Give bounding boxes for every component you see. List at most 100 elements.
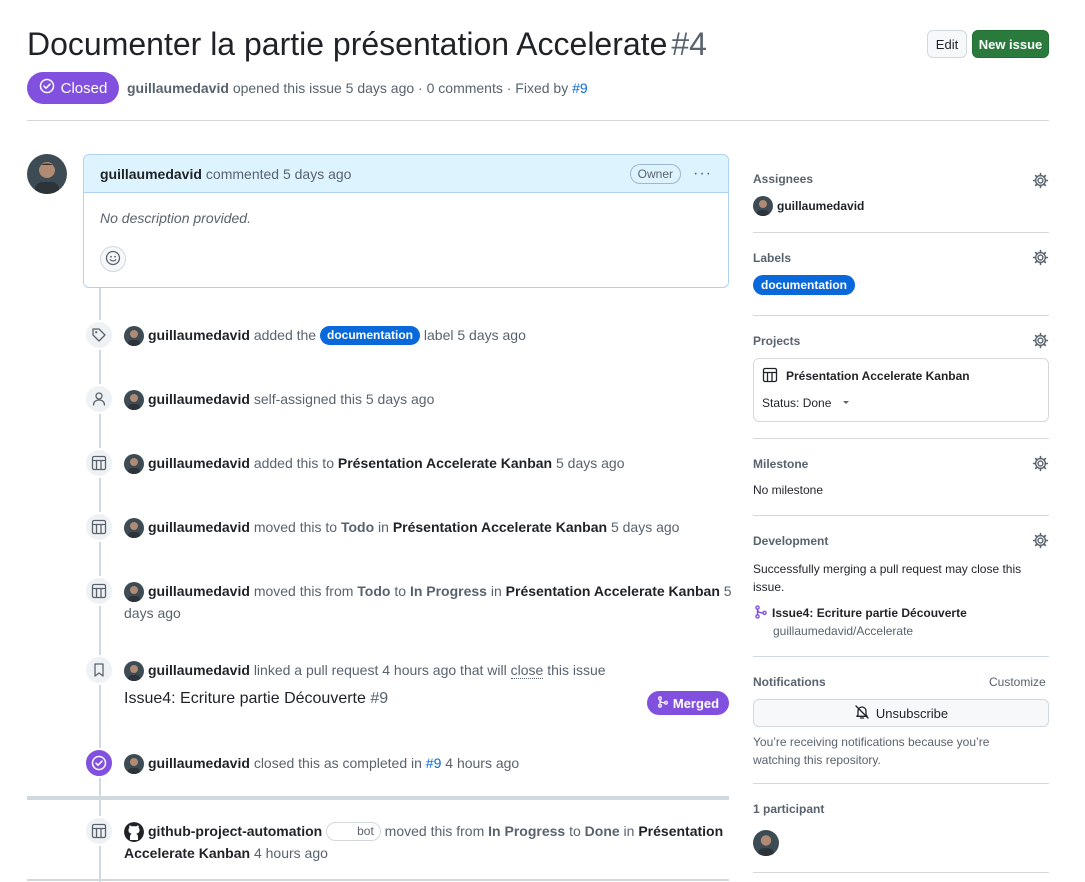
bell-slash-icon [854, 704, 870, 723]
gear-icon[interactable] [1032, 249, 1049, 266]
project-link[interactable]: Présentation Accelerate Kanban [506, 583, 720, 599]
development-heading: Development [753, 534, 829, 548]
close-keyword: close [510, 662, 544, 679]
gear-icon[interactable] [1032, 532, 1049, 549]
event-text: added this to [253, 455, 334, 471]
event-text: moved this from [253, 583, 354, 599]
author-link[interactable]: guillaumedavid [127, 80, 229, 96]
unsubscribe-button[interactable]: Unsubscribe [753, 699, 1049, 727]
gear-icon[interactable] [1032, 455, 1049, 472]
new-issue-button[interactable]: New issue [972, 30, 1049, 58]
divider [753, 438, 1049, 439]
divider [753, 872, 1049, 873]
caret-down-icon [841, 396, 851, 410]
event-actor[interactable]: guillaumedavid [148, 662, 250, 678]
project-status-dropdown[interactable]: Status: Done [762, 396, 851, 410]
comment-time: commented 5 days ago [205, 165, 352, 182]
event-assigned: guillaumedavid self-assigned this 5 days… [148, 388, 434, 410]
assignee-link[interactable]: guillaumedavid [777, 199, 864, 213]
column-name: In Progress [409, 583, 487, 599]
notifications-heading: Notifications [753, 675, 826, 689]
issue-number: #4 [671, 26, 707, 62]
notifications-desc: You’re receiving notifications because y… [753, 735, 990, 767]
divider [753, 783, 1049, 784]
label-pill[interactable]: documentation [753, 275, 855, 295]
labels-heading: Labels [753, 251, 792, 265]
edit-button[interactable]: Edit [927, 30, 967, 58]
avatar[interactable] [124, 454, 144, 474]
tag-icon [84, 320, 114, 350]
avatar[interactable] [124, 390, 144, 410]
bookmark-icon [84, 655, 114, 685]
pr-link[interactable]: Issue4: Ecriture partie Découverte #9 [124, 690, 388, 708]
event-text: label 5 days ago [423, 327, 526, 343]
event-text: moved this to [253, 519, 338, 535]
event-text: moved this from [384, 823, 485, 839]
gear-icon[interactable] [1032, 332, 1049, 349]
event-text: added the [253, 327, 317, 343]
avatar[interactable] [124, 326, 144, 346]
avatar[interactable] [27, 154, 67, 194]
avatar[interactable] [753, 196, 773, 216]
event-moved-todo: guillaumedavid moved this to Todo in Pré… [148, 516, 679, 538]
divider [753, 232, 1049, 233]
milestone-value: No milestone [753, 483, 824, 497]
project-status-text: Status: Done [762, 396, 832, 410]
person-icon [84, 384, 114, 414]
event-text: in [623, 823, 635, 839]
project-name[interactable]: Présentation Accelerate Kanban [786, 369, 970, 383]
avatar[interactable] [124, 661, 144, 681]
pr-ref-link[interactable]: #9 [426, 755, 442, 771]
event-text: to [569, 823, 581, 839]
event-actor[interactable]: guillaumedavid [148, 583, 250, 599]
customize-link[interactable]: Customize [989, 675, 1046, 689]
event-actor[interactable]: guillaumedavid [148, 327, 250, 343]
event-actor[interactable]: github-project-automation [148, 823, 322, 839]
unsubscribe-label: Unsubscribe [875, 705, 949, 721]
event-actor[interactable]: guillaumedavid [148, 519, 250, 535]
event-actor[interactable]: guillaumedavid [148, 755, 250, 771]
fixed-by-link[interactable]: #9 [572, 80, 588, 96]
column-name: Todo [340, 519, 375, 535]
pr-number[interactable]: #9 [370, 690, 388, 707]
event-actor[interactable]: guillaumedavid [148, 391, 250, 407]
event-closed: guillaumedavid closed this as completed … [148, 752, 519, 774]
linked-pr-link[interactable]: Issue4: Ecriture partie Découverte [772, 606, 967, 620]
table-icon [84, 576, 114, 606]
event-text: 5 days ago [556, 455, 625, 471]
column-name: Todo [357, 583, 391, 599]
milestone-heading: Milestone [753, 457, 809, 471]
project-card[interactable]: Présentation Accelerate Kanban Status: D… [753, 358, 1049, 422]
projects-heading: Projects [753, 334, 801, 348]
divider [753, 515, 1049, 516]
avatar[interactable] [124, 518, 144, 538]
assignees-heading: Assignees [753, 172, 814, 186]
table-icon [84, 816, 114, 846]
status-text: Closed [60, 79, 108, 97]
add-reaction-button[interactable] [100, 246, 126, 272]
avatar[interactable] [753, 830, 779, 856]
gear-icon[interactable] [1032, 172, 1049, 189]
merged-text: Merged [672, 695, 720, 711]
event-text: in [378, 519, 389, 535]
git-merge-icon [754, 605, 768, 622]
event-actor[interactable]: guillaumedavid [148, 455, 250, 471]
project-link[interactable]: Présentation Accelerate Kanban [393, 519, 607, 535]
event-labeled: guillaumedavid added the documentation l… [148, 324, 526, 346]
project-link[interactable]: Présentation Accelerate Kanban [338, 455, 552, 471]
divider [753, 315, 1049, 316]
table-icon [84, 512, 114, 542]
kebab-menu-icon[interactable]: ··· [693, 165, 712, 183]
event-text: self-assigned this 5 days ago [253, 391, 435, 407]
divider [27, 120, 1049, 121]
comment-author[interactable]: guillaumedavid [100, 166, 202, 182]
bot-badge: bot [326, 822, 381, 841]
check-circle-icon [39, 78, 55, 98]
check-circle-icon [84, 748, 114, 778]
avatar[interactable] [124, 754, 144, 774]
label-pill[interactable]: documentation [320, 326, 420, 345]
linked-pr-repo: guillaumedavid/Accelerate [773, 624, 914, 638]
event-project-added: guillaumedavid added this to Présentatio… [148, 452, 625, 474]
pr-title[interactable]: Issue4: Ecriture partie Découverte [124, 690, 366, 707]
timeline-separator [27, 796, 729, 800]
